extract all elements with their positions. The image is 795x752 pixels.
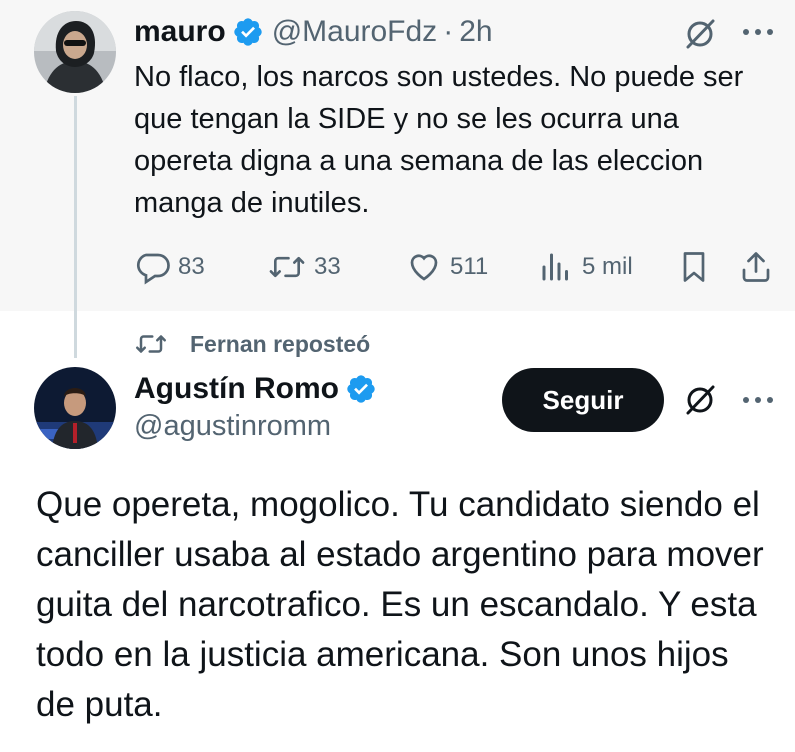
main-tweet-header: Agustín Romo bbox=[134, 369, 377, 409]
like-button[interactable]: 511 bbox=[406, 244, 488, 290]
parent-author-name[interactable]: mauro bbox=[134, 15, 226, 49]
views-icon bbox=[542, 253, 568, 281]
repost-icon bbox=[136, 335, 166, 353]
parent-author-handle[interactable]: @MauroFdz bbox=[272, 15, 438, 49]
share-button[interactable] bbox=[738, 244, 774, 290]
reply-icon bbox=[137, 253, 170, 285]
parent-tweet-header: mauro @MauroFdz · 2h bbox=[134, 12, 493, 52]
more-icon[interactable] bbox=[740, 382, 776, 418]
verified-badge-icon bbox=[234, 18, 262, 46]
follow-button[interactable]: Seguir bbox=[502, 368, 664, 432]
bookmark-icon bbox=[683, 252, 705, 282]
reply-button[interactable]: 83 bbox=[134, 244, 205, 290]
thread-connector-line bbox=[74, 96, 77, 358]
repost-count: 33 bbox=[314, 253, 341, 280]
grok-icon[interactable] bbox=[682, 382, 718, 418]
repost-icon bbox=[269, 256, 305, 278]
like-icon bbox=[410, 254, 438, 281]
parent-tweet-text: No flaco, los narcos son ustedes. No pue… bbox=[134, 61, 744, 219]
share-icon bbox=[742, 252, 770, 282]
reply-count: 83 bbox=[178, 253, 205, 280]
more-icon[interactable] bbox=[740, 14, 776, 50]
verified-badge-icon bbox=[347, 375, 375, 403]
repost-context[interactable]: Fernan reposteó bbox=[134, 328, 370, 360]
parent-author-avatar[interactable] bbox=[34, 11, 116, 93]
bookmark-button[interactable] bbox=[676, 244, 712, 290]
parent-tweet-time[interactable]: 2h bbox=[459, 15, 492, 49]
main-author-avatar[interactable] bbox=[34, 367, 116, 449]
grok-icon[interactable] bbox=[682, 16, 718, 52]
repost-button[interactable]: 33 bbox=[268, 244, 341, 290]
views-button[interactable]: 5 mil bbox=[538, 244, 633, 290]
like-count: 511 bbox=[450, 253, 489, 280]
repost-context-label: Fernan reposteó bbox=[190, 330, 371, 357]
parent-tweet-actions: 83 33 511 5 mil bbox=[134, 244, 784, 290]
main-tweet-text: Que opereta, mogolico. Tu candidato sien… bbox=[36, 485, 764, 724]
views-count: 5 mil bbox=[582, 253, 633, 280]
header-separator: · bbox=[443, 15, 454, 48]
main-author-name[interactable]: Agustín Romo bbox=[134, 372, 339, 406]
main-author-handle[interactable]: @agustinromm bbox=[134, 410, 331, 443]
